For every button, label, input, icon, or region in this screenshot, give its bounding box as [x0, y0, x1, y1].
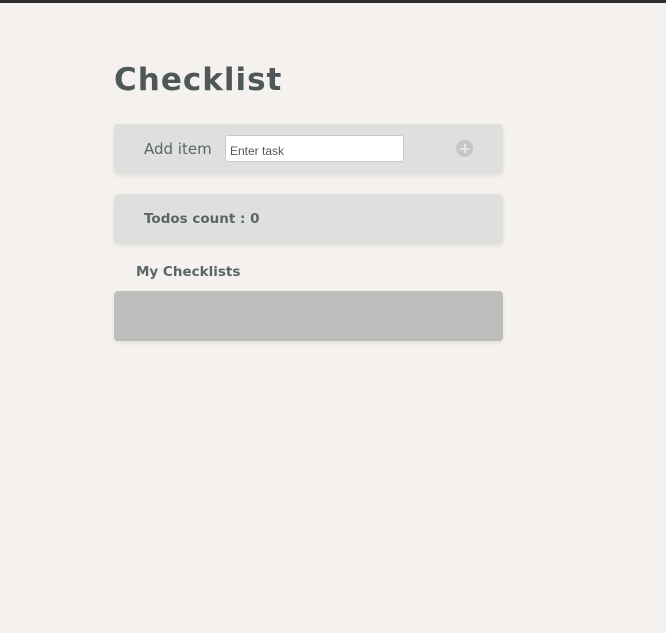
checklist-list [114, 291, 503, 341]
task-input[interactable] [225, 135, 404, 162]
todos-count-card: Todos count : 0 [114, 194, 503, 244]
plus-circle-icon-stroke [463, 144, 466, 153]
add-item-label: Add item [144, 140, 212, 158]
window-top-border [0, 0, 666, 3]
add-task-button[interactable] [456, 140, 473, 157]
my-checklists-heading: My Checklists [136, 264, 241, 280]
todos-count: Todos count : 0 [144, 211, 260, 227]
add-item-card: Add item [114, 124, 503, 174]
page-title: Checklist [114, 62, 283, 98]
